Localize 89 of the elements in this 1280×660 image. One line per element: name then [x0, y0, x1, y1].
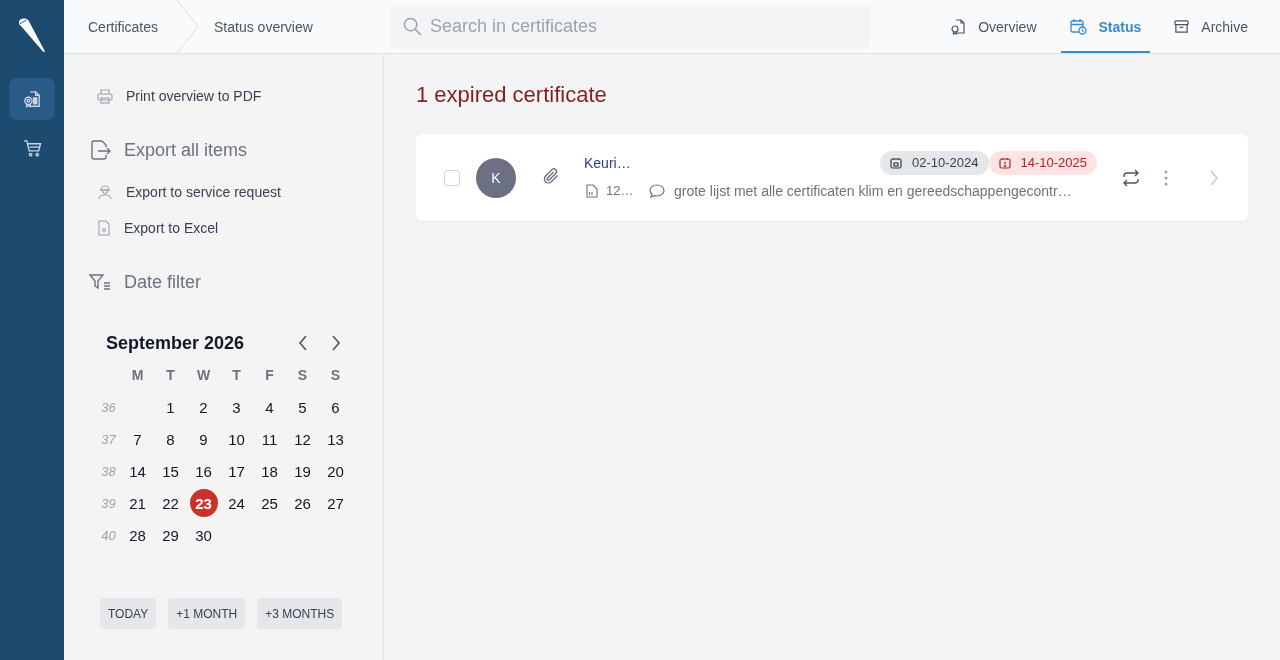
calendar-day[interactable]: 23 [189, 489, 218, 517]
search-icon [403, 16, 422, 36]
quick-range-button[interactable]: +3 MONTHS [257, 598, 343, 629]
calendar-day[interactable]: 1 [156, 393, 185, 421]
quick-range-button[interactable]: +1 MONTH [168, 598, 246, 629]
calendar-day[interactable]: 6 [321, 393, 350, 421]
calendar-day[interactable]: 18 [255, 457, 284, 485]
calendar-day[interactable]: 15 [156, 457, 185, 485]
month-title: September 2026 [106, 332, 245, 354]
weekday-label: T [166, 367, 175, 383]
calendar-day[interactable]: 29 [156, 521, 185, 549]
calendar-day[interactable]: 8 [156, 425, 185, 453]
week-number: 40 [101, 527, 116, 543]
week-number: 39 [101, 495, 116, 511]
calendar-icon [890, 156, 902, 169]
person-helmet-icon [98, 184, 112, 200]
calendar-clock-icon [1069, 18, 1087, 35]
calendar-day[interactable]: 4 [255, 393, 284, 421]
file-icon [586, 183, 598, 198]
spreadsheet-file-icon [98, 220, 110, 236]
week-number: 38 [101, 463, 116, 479]
tab[interactable]: Archive [1165, 0, 1257, 53]
calendar-day[interactable]: 9 [189, 425, 218, 453]
more-button[interactable] [1164, 169, 1168, 186]
file-export-icon [89, 139, 111, 161]
calendar-day[interactable]: 12 [288, 425, 317, 453]
logo-icon [18, 17, 46, 53]
certificate-title-link[interactable]: Keuri… [584, 154, 631, 171]
printer-icon [97, 88, 113, 104]
checkbox[interactable] [444, 169, 460, 186]
section-heading: Date filter [124, 271, 202, 293]
repeat-button[interactable] [1121, 168, 1141, 187]
calendar-alert-icon [998, 156, 1011, 169]
nav-button[interactable] [9, 78, 55, 120]
calendar-day[interactable]: 5 [288, 393, 317, 421]
week-number: 36 [101, 399, 116, 415]
weekday-label: F [265, 367, 274, 383]
date-badge: 14-10-2025 [988, 150, 1097, 175]
print-link[interactable]: Print overview to PDF [97, 86, 262, 106]
filter-icon [89, 273, 111, 291]
page-title: 1 expired certificate [416, 81, 608, 109]
avatar: K [476, 157, 516, 198]
weekday-label: S [297, 367, 308, 383]
weekday-label: M [131, 367, 144, 383]
calendar-day[interactable]: 21 [123, 489, 152, 517]
tab[interactable]: Overview [941, 0, 1046, 53]
calendar-day[interactable]: 3 [222, 393, 251, 421]
paperclip-icon [542, 166, 560, 185]
date-badge: 02-10-2024 [880, 150, 989, 175]
section-heading: Export all items [124, 139, 248, 161]
kebab-menu-icon [1164, 169, 1168, 186]
calendar-day[interactable]: 14 [123, 457, 152, 485]
calendar-day[interactable]: 2 [189, 393, 218, 421]
calendar-day[interactable]: 11 [255, 425, 284, 453]
repeat-arrows-icon [1121, 168, 1141, 187]
chevron-right-icon [330, 335, 341, 351]
calendar-day[interactable]: 27 [321, 489, 350, 517]
calendar-day[interactable]: 19 [288, 457, 317, 485]
calendar-day[interactable]: 28 [123, 521, 152, 549]
breadcrumb-item: Status overview [214, 18, 313, 35]
calendar-day[interactable]: 7 [123, 425, 152, 453]
file-name: 12… [606, 183, 634, 198]
document-badge-icon [23, 90, 41, 108]
calendar-day[interactable]: 20 [321, 457, 350, 485]
calendar-day[interactable]: 26 [288, 489, 317, 517]
chevron-left-icon [297, 335, 308, 351]
quick-range-button[interactable]: TODAY [100, 598, 157, 629]
calendar-day[interactable]: 13 [321, 425, 350, 453]
calendar-day[interactable]: 16 [189, 457, 218, 485]
export-link[interactable]: Export to Excel [98, 218, 219, 238]
week-number: 37 [101, 431, 116, 447]
export-link[interactable]: Export to service request [98, 182, 281, 202]
weekday-label: T [232, 367, 241, 383]
calendar-day[interactable]: 17 [222, 457, 251, 485]
archive-box-icon [1174, 19, 1190, 34]
calendar-day[interactable]: 22 [156, 489, 185, 517]
search-field[interactable]: Search in certificates [390, 4, 870, 49]
calendar-day[interactable]: 10 [222, 425, 251, 453]
breadcrumb-item[interactable]: Certificates [88, 18, 159, 35]
chevron-right-icon [1210, 169, 1218, 186]
weekday-label: S [330, 367, 341, 383]
document-badge-icon [950, 18, 967, 35]
cart-icon [22, 139, 42, 157]
comment-text: grote lijst met alle certificaten klim en gereedschappengecontr… [674, 182, 1072, 199]
weekday-label: W [196, 367, 211, 383]
speech-bubble-icon [649, 182, 665, 199]
calendar-day[interactable]: 25 [255, 489, 284, 517]
calendar-day[interactable]: 24 [222, 489, 251, 517]
calendar-day[interactable]: 30 [189, 521, 218, 549]
